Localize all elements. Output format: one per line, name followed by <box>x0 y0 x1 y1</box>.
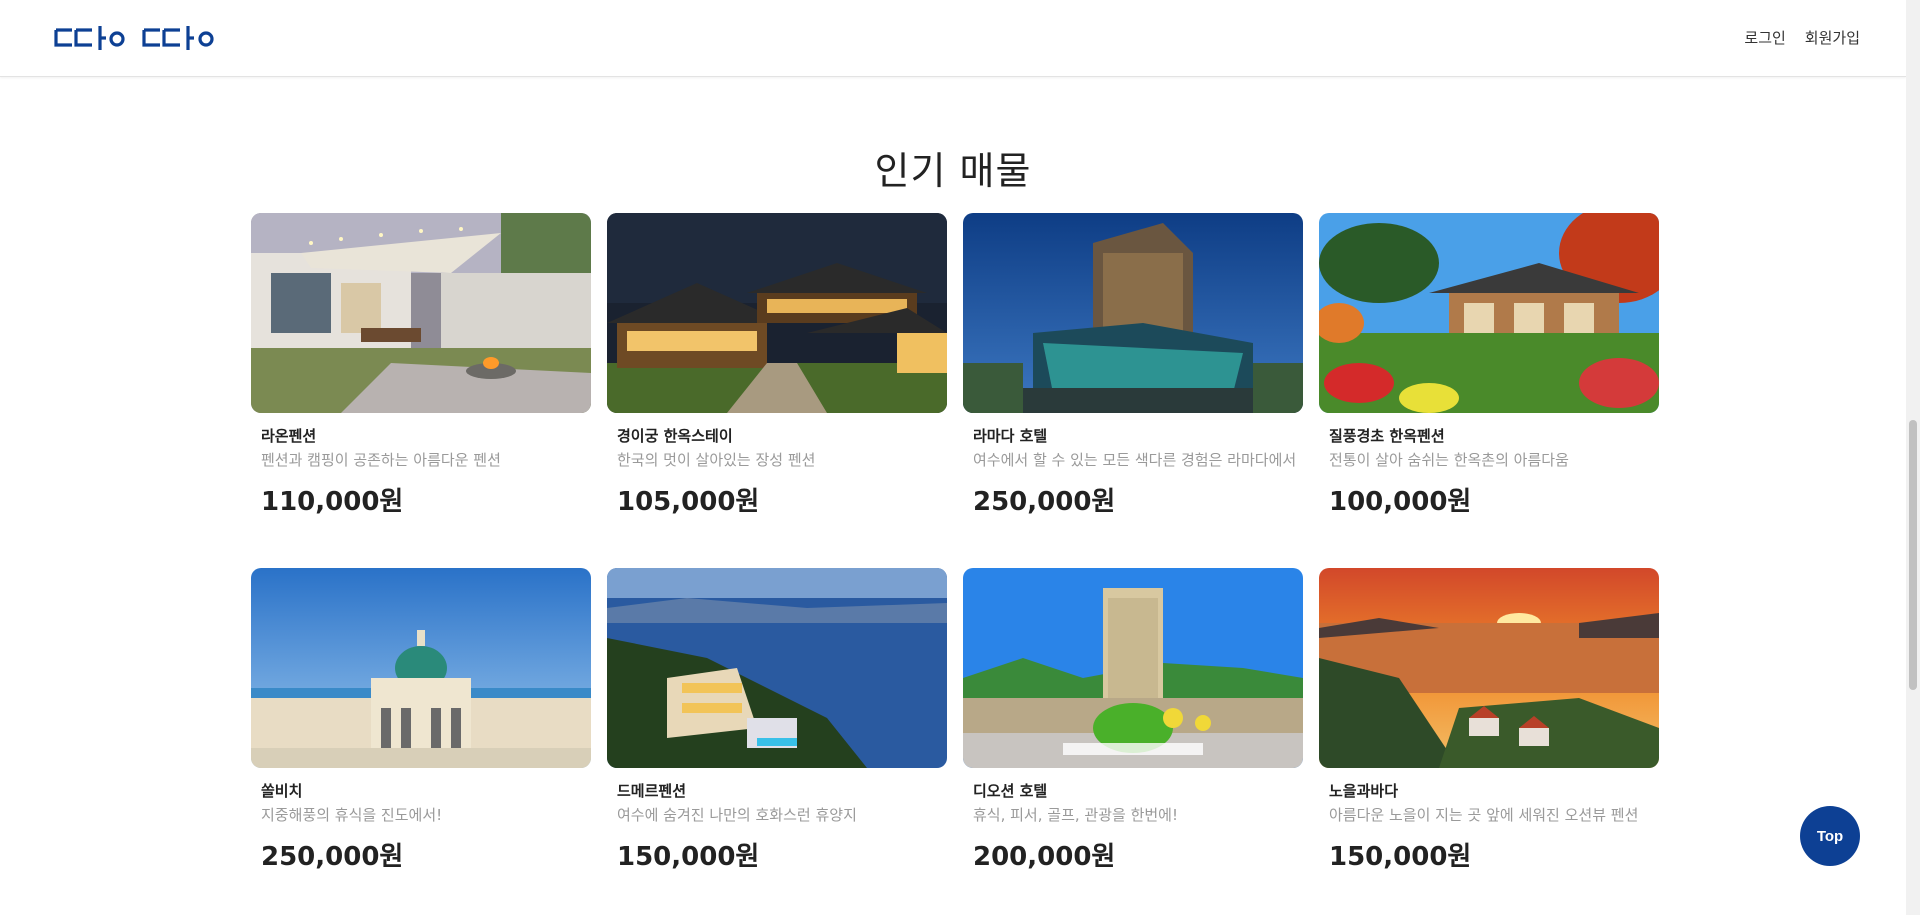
listing-description: 전통이 살아 숨쉬는 한옥촌의 아름다움 <box>1329 451 1569 469</box>
listing-card[interactable]: 라마다 호텔 여수에서 할 수 있는 모든 색다른 경험은 라마다에서 250,… <box>963 213 1303 518</box>
listing-description: 지중해풍의 휴식을 진도에서! <box>261 806 443 824</box>
listing-card[interactable]: 질풍경초 한옥펜션 전통이 살아 숨쉬는 한옥촌의 아름다움 100,000원 <box>1319 213 1659 518</box>
logo-icon <box>54 26 214 50</box>
signup-link[interactable]: 회원가입 <box>1805 27 1860 48</box>
listing-card[interactable]: 디오션 호텔 휴식, 피서, 골프, 관광을 한번에! 200,000원 <box>963 568 1303 873</box>
scroll-top-button[interactable]: Top <box>1800 806 1860 866</box>
listing-price: 250,000원 <box>973 487 1116 517</box>
listing-name: 디오션 호텔 <box>973 782 1048 800</box>
listing-card[interactable]: 라온펜션 펜션과 캠핑이 공존하는 아름다운 펜션 110,000원 <box>251 213 591 518</box>
listing-card[interactable]: 쏠비치 지중해풍의 휴식을 진도에서! 250,000원 <box>251 568 591 873</box>
listing-name: 쏠비치 <box>261 782 303 800</box>
scrollbar-thumb[interactable] <box>1909 420 1917 690</box>
listing-photo <box>251 213 591 413</box>
listing-name: 드메르펜션 <box>617 782 687 800</box>
listing-name: 질풍경초 한옥펜션 <box>1329 427 1445 445</box>
listing-photo <box>607 568 947 768</box>
listing-price: 150,000원 <box>617 842 760 872</box>
listing-description: 펜션과 캠핑이 공존하는 아름다운 펜션 <box>261 451 501 469</box>
listing-photo <box>1319 568 1659 768</box>
listing-description: 한국의 멋이 살아있는 장성 펜션 <box>617 451 816 469</box>
page-scrollbar[interactable] <box>1906 0 1920 915</box>
listing-photo <box>251 568 591 768</box>
listing-description: 여수에 숨겨진 나만의 호화스런 휴양지 <box>617 806 857 824</box>
listing-card[interactable]: 경이궁 한옥스테이 한국의 멋이 살아있는 장성 펜션 105,000원 <box>607 213 947 518</box>
listing-name: 노을과바다 <box>1329 782 1399 800</box>
listing-price: 100,000원 <box>1329 487 1472 517</box>
listing-description: 아름다운 노을이 지는 곳 앞에 세워진 오션뷰 펜션 <box>1329 806 1639 824</box>
listing-price: 110,000원 <box>261 487 404 517</box>
listing-price: 105,000원 <box>617 487 760 517</box>
listing-photo <box>1319 213 1659 413</box>
listing-name: 경이궁 한옥스테이 <box>617 427 733 445</box>
listing-description: 휴식, 피서, 골프, 관광을 한번에! <box>973 806 1178 824</box>
site-header: 로그인 회원가입 <box>0 0 1906 77</box>
login-link[interactable]: 로그인 <box>1744 27 1785 48</box>
listing-photo <box>607 213 947 413</box>
listing-price: 250,000원 <box>261 842 404 872</box>
listing-photo <box>963 213 1303 413</box>
listing-card[interactable]: 드메르펜션 여수에 숨겨진 나만의 호화스런 휴양지 150,000원 <box>607 568 947 873</box>
listing-card[interactable]: 노을과바다 아름다운 노을이 지는 곳 앞에 세워진 오션뷰 펜션 150,00… <box>1319 568 1659 873</box>
listing-description: 여수에서 할 수 있는 모든 색다른 경험은 라마다에서 <box>973 451 1297 469</box>
site-logo[interactable] <box>54 22 226 54</box>
listing-name: 라마다 호텔 <box>973 427 1048 445</box>
listing-price: 150,000원 <box>1329 842 1472 872</box>
listing-name: 라온펜션 <box>261 427 317 445</box>
section-title: 인기 매물 <box>874 149 1032 193</box>
header-nav: 로그인 회원가입 <box>1744 27 1860 48</box>
listing-photo <box>963 568 1303 768</box>
listing-price: 200,000원 <box>973 842 1116 872</box>
